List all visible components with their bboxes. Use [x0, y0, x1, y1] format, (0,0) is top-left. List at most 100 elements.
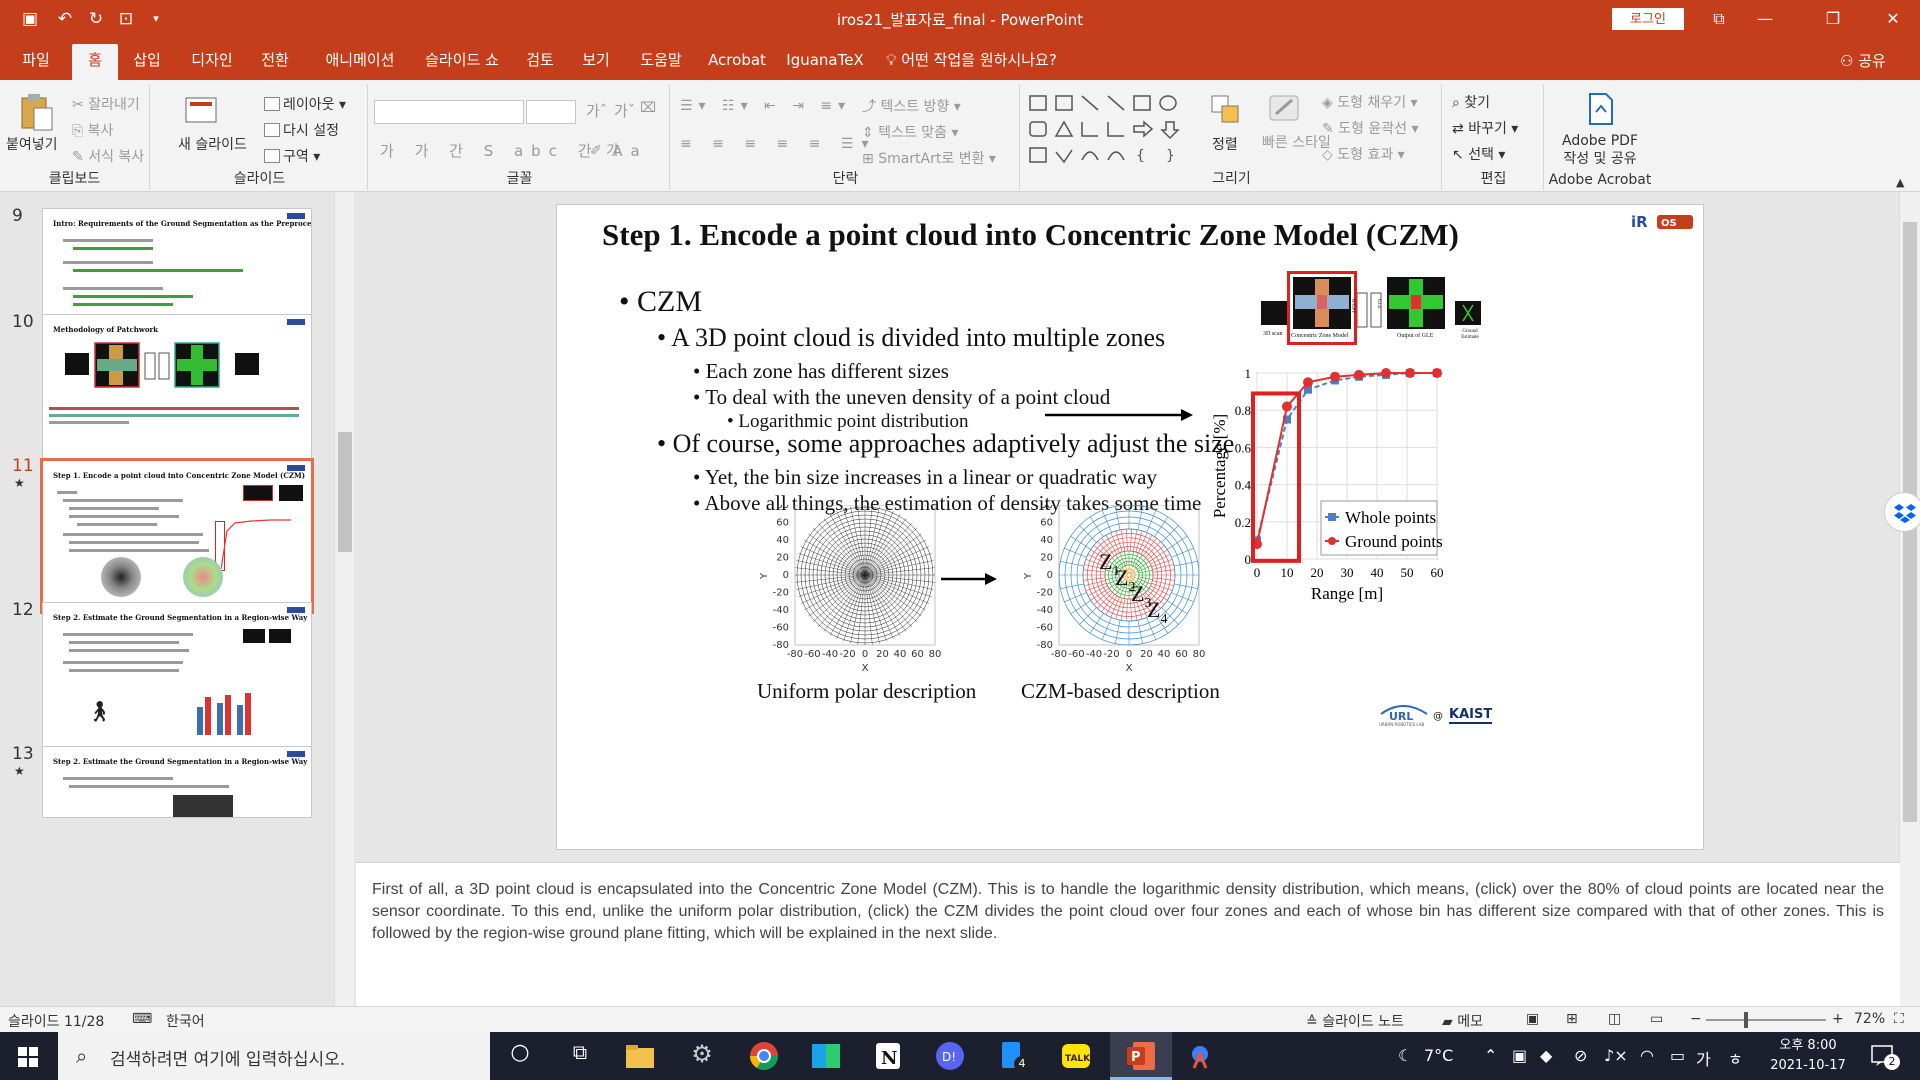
tablet-app-icon[interactable]: 4 [996, 1040, 1030, 1072]
notification-center-icon[interactable]: 2 [1870, 1044, 1900, 1072]
slide-scrollbar[interactable] [1899, 192, 1920, 1006]
thumbnail-scroll-thumb[interactable] [338, 432, 352, 552]
cut-button[interactable]: ✂ 잘라내기 [72, 94, 140, 114]
quick-styles-icon[interactable] [1266, 94, 1302, 130]
fit-slide-icon[interactable]: ⛶ [1894, 1011, 1904, 1027]
windows-start-icon[interactable] [18, 1047, 38, 1071]
reset-button[interactable]: 다시 설정 [264, 120, 339, 140]
app-tiles-icon[interactable] [810, 1040, 842, 1072]
undo-icon[interactable]: ↶ [55, 9, 75, 29]
tab-acrobat[interactable]: Acrobat [702, 44, 772, 80]
login-button[interactable]: 로그인 [1612, 8, 1684, 30]
notes-toggle-button[interactable]: ≙ 슬라이드 노트 [1306, 1011, 1404, 1031]
close-icon[interactable]: ✕ [1870, 0, 1916, 38]
new-slide-button[interactable]: 새 슬라이드 [178, 134, 247, 154]
speaker-notes[interactable]: First of all, a 3D point cloud is encaps… [356, 862, 1900, 1006]
show-hidden-icons-icon[interactable]: ⌃ [1484, 1046, 1497, 1065]
current-slide[interactable]: iR OS Step 1. Encode a point cloud into C… [556, 204, 1704, 850]
tab-insert[interactable]: 삽입 [124, 44, 170, 80]
input-mode-icon[interactable]: ㅎ [1728, 1046, 1743, 1070]
format-painter-button[interactable]: ✎ 서식 복사 [72, 146, 144, 166]
language-indicator[interactable]: 한국어 [166, 1011, 205, 1031]
arrange-button[interactable]: 정렬 [1212, 134, 1238, 154]
slide-thumbnail-13[interactable]: Step 2. Estimate the Ground Segmentation… [42, 746, 312, 818]
save-icon[interactable]: ▣ [20, 9, 40, 29]
thumbnail-scrollbar[interactable] [334, 192, 354, 1006]
section-button[interactable]: 구역 ▾ [264, 146, 320, 166]
zoom-out-icon[interactable]: − [1690, 1011, 1702, 1027]
tab-design[interactable]: 디자인 [180, 44, 244, 80]
slide-sorter-icon[interactable]: ⊞ [1566, 1011, 1578, 1027]
replace-button[interactable]: ⇄ 바꾸기 ▾ [1452, 118, 1518, 138]
grow-font-icon[interactable]: 가ˆ [586, 100, 607, 121]
tray-dropbox-icon[interactable]: ◆ [1540, 1046, 1552, 1065]
tell-me-box[interactable]: 💡︎ 어떤 작업을 원하시나요? [886, 44, 1086, 80]
present-icon[interactable]: ⊡ [116, 9, 136, 29]
zoom-in-icon[interactable]: + [1832, 1011, 1844, 1027]
settings-gear-icon[interactable]: ⚙ [686, 1040, 718, 1072]
shape-effects-button[interactable]: ◇ 도형 효과 ▾ [1322, 144, 1405, 164]
arrange-icon[interactable] [1210, 94, 1240, 128]
layout-button[interactable]: 레이아웃 ▾ [264, 94, 346, 114]
slide-thumbnail-11[interactable]: Step 1. Encode a point cloud into Concen… [40, 458, 314, 614]
battery-icon[interactable]: ▭ [1670, 1046, 1685, 1065]
slide-thumbnail-12[interactable]: Step 2. Estimate the Ground Segmentation… [42, 602, 312, 754]
zoom-slider[interactable] [1706, 1019, 1826, 1021]
highlight-icon[interactable]: ✐ 가 [590, 140, 619, 160]
pdf-icon[interactable] [1586, 92, 1622, 132]
find-button[interactable]: ⌕ 찾기 [1452, 92, 1490, 112]
tab-animations[interactable]: 애니메이션 [310, 44, 410, 80]
shrink-font-icon[interactable]: 가ˇ [614, 100, 635, 121]
spelling-icon[interactable]: ⌨ [132, 1011, 152, 1027]
weather-moon-icon[interactable]: ☾ [1398, 1046, 1412, 1065]
tab-iguanatex[interactable]: IguanaTeX [782, 44, 868, 80]
discord-icon[interactable]: D! [934, 1040, 966, 1072]
cortana-icon[interactable]: ○ [504, 1040, 536, 1072]
select-button[interactable]: ↖ 선택 ▾ [1452, 144, 1505, 164]
share-button[interactable]: ⚇ 공유 [1840, 50, 1886, 71]
align-buttons[interactable]: ≡ ≡ ≡ ≡ ≡ ☰▾ [680, 136, 876, 152]
file-explorer-icon[interactable] [624, 1040, 656, 1072]
tab-help[interactable]: 도움말 [630, 44, 692, 80]
wifi-icon[interactable]: ◠ [1640, 1046, 1654, 1065]
create-pdf-button[interactable]: Adobe PDF 작성 및 공유 [1554, 132, 1646, 168]
normal-view-icon[interactable]: ▣ [1526, 1011, 1539, 1027]
paste-button[interactable]: 붙여넣기 [6, 134, 58, 154]
tab-view[interactable]: 보기 [574, 44, 618, 80]
tab-review[interactable]: 검토 [518, 44, 562, 80]
shape-fill-button[interactable]: ◈ 도형 채우기 ▾ [1322, 92, 1418, 112]
weather-temperature[interactable]: 7°C [1424, 1046, 1453, 1065]
customize-qat-icon[interactable]: ▾ [146, 9, 166, 29]
kakaotalk-icon[interactable]: TALK [1060, 1040, 1092, 1072]
font-name-combo[interactable] [374, 100, 524, 124]
volume-muted-icon[interactable]: ♪× [1604, 1046, 1628, 1065]
new-slide-icon[interactable] [182, 92, 218, 132]
minimize-icon[interactable]: — [1742, 0, 1788, 38]
ribbon-display-icon[interactable]: ⧉ [1696, 0, 1742, 38]
list-buttons[interactable]: ☰▾ ☷▾ ⇤ ⇥ ≡▾ [680, 98, 851, 114]
chrome-icon[interactable] [748, 1040, 780, 1072]
notion-icon[interactable]: N [872, 1040, 904, 1072]
tray-network-off-icon[interactable]: ⊘ [1574, 1046, 1587, 1065]
maximize-icon[interactable]: ❐ [1810, 0, 1856, 38]
taskbar-search-box[interactable]: ⌕ 검색하려면 여기에 입력하십시오. [58, 1032, 490, 1080]
font-size-combo[interactable] [526, 100, 576, 124]
collapse-ribbon-icon[interactable]: ▲ [1896, 176, 1904, 189]
slide-thumbnail-10[interactable]: Methodology of Patchwork [42, 314, 312, 466]
tab-file[interactable]: 파일 [10, 44, 62, 80]
smartart-button[interactable]: ⊞ SmartArt로 변환 ▾ [862, 148, 996, 168]
reading-view-icon[interactable]: ◫ [1608, 1011, 1621, 1027]
draw-app-icon[interactable] [1184, 1040, 1216, 1072]
clear-format-icon[interactable]: ⌧ [640, 100, 656, 116]
comments-button[interactable]: ▰ 메모 [1442, 1011, 1483, 1031]
copy-button[interactable]: ⎘ 복사 [72, 120, 113, 140]
tab-home[interactable]: 홈 [72, 44, 118, 80]
shape-outline-button[interactable]: ✎ 도형 윤곽선 ▾ [1322, 118, 1419, 138]
zoom-slider-thumb[interactable] [1744, 1012, 1748, 1028]
quick-styles-button[interactable]: 빠른 스타일 [1262, 134, 1331, 152]
powerpoint-taskbar-button[interactable]: P [1110, 1032, 1172, 1080]
slideshow-view-icon[interactable]: ▭ [1650, 1011, 1663, 1027]
shape-gallery[interactable]: {} [1026, 92, 1196, 176]
paste-icon[interactable] [18, 92, 54, 132]
tab-slideshow[interactable]: 슬라이드 쇼 [414, 44, 510, 80]
